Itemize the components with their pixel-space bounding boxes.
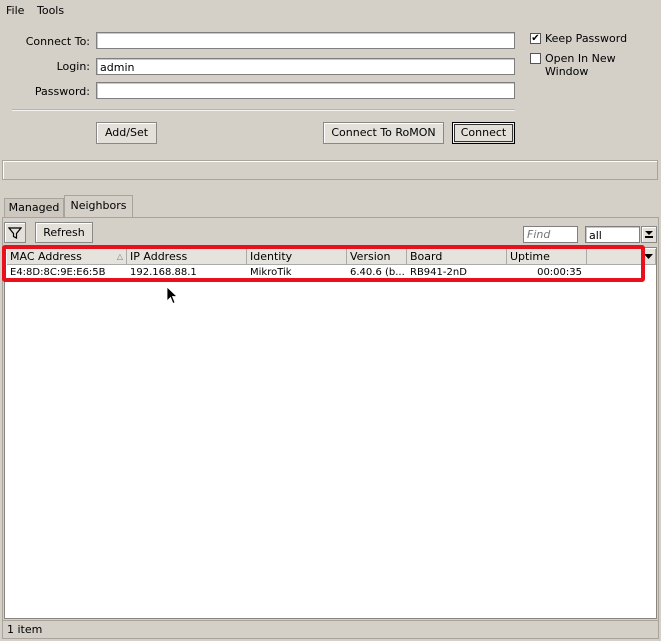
- connect-to-input[interactable]: [96, 32, 515, 49]
- filter-icon: [7, 226, 23, 239]
- keep-password-checkbox[interactable]: ✔: [530, 33, 541, 44]
- password-input[interactable]: [96, 82, 515, 99]
- column-header-ip[interactable]: IP Address: [127, 249, 247, 265]
- tab-managed[interactable]: Managed: [4, 198, 64, 217]
- chevron-down-icon: [644, 250, 653, 263]
- column-menu-button[interactable]: [642, 249, 656, 265]
- status-bar: [2, 620, 659, 639]
- cell-mac: E4:8D:8C:9E:E6:5B: [10, 267, 106, 278]
- form-separator: [12, 109, 515, 111]
- menu-tools[interactable]: Tools: [37, 4, 64, 17]
- menu-file[interactable]: File: [6, 4, 24, 17]
- column-header-board[interactable]: Board: [407, 249, 507, 265]
- connect-to-label: Connect To:: [25, 35, 90, 48]
- column-header-identity[interactable]: Identity: [247, 249, 347, 265]
- find-input[interactable]: [523, 226, 578, 243]
- password-label: Password:: [34, 85, 90, 98]
- cell-uptime: 00:00:35: [537, 267, 582, 278]
- connect-to-romon-button[interactable]: Connect To RoMON: [323, 122, 444, 144]
- login-label: Login:: [56, 60, 90, 73]
- sort-ascending-icon: △: [116, 252, 123, 261]
- open-new-window-label: Open In New Window: [545, 52, 616, 78]
- filter-select[interactable]: all: [585, 226, 640, 243]
- column-header-uptime[interactable]: Uptime: [507, 249, 587, 265]
- expand-toolbar-button[interactable]: [641, 226, 657, 243]
- neighbors-table: [4, 247, 657, 619]
- column-header-mac[interactable]: MAC Address △: [7, 249, 127, 265]
- filter-button[interactable]: [4, 222, 26, 243]
- open-new-window-checkbox[interactable]: [530, 53, 541, 64]
- column-header-version[interactable]: Version: [347, 249, 407, 265]
- cell-version: 6.40.6 (b...: [350, 267, 405, 278]
- keep-password-label: Keep Password: [545, 32, 628, 45]
- tab-neighbors[interactable]: Neighbors: [64, 195, 133, 218]
- login-input[interactable]: admin: [96, 58, 515, 75]
- double-chevron-down-icon: [644, 229, 654, 239]
- cell-identity: MikroTik: [250, 267, 292, 278]
- column-header-filler: [587, 249, 642, 265]
- cell-ip: 192.168.88.1: [130, 267, 197, 278]
- cell-board: RB941-2nD: [410, 267, 467, 278]
- add-set-button[interactable]: Add/Set: [96, 122, 157, 144]
- connection-status-strip: [2, 160, 658, 180]
- item-count: 1 item: [7, 623, 43, 636]
- mouse-cursor-icon: [166, 286, 179, 308]
- refresh-button[interactable]: Refresh: [35, 222, 93, 243]
- connect-button[interactable]: Connect: [452, 122, 515, 144]
